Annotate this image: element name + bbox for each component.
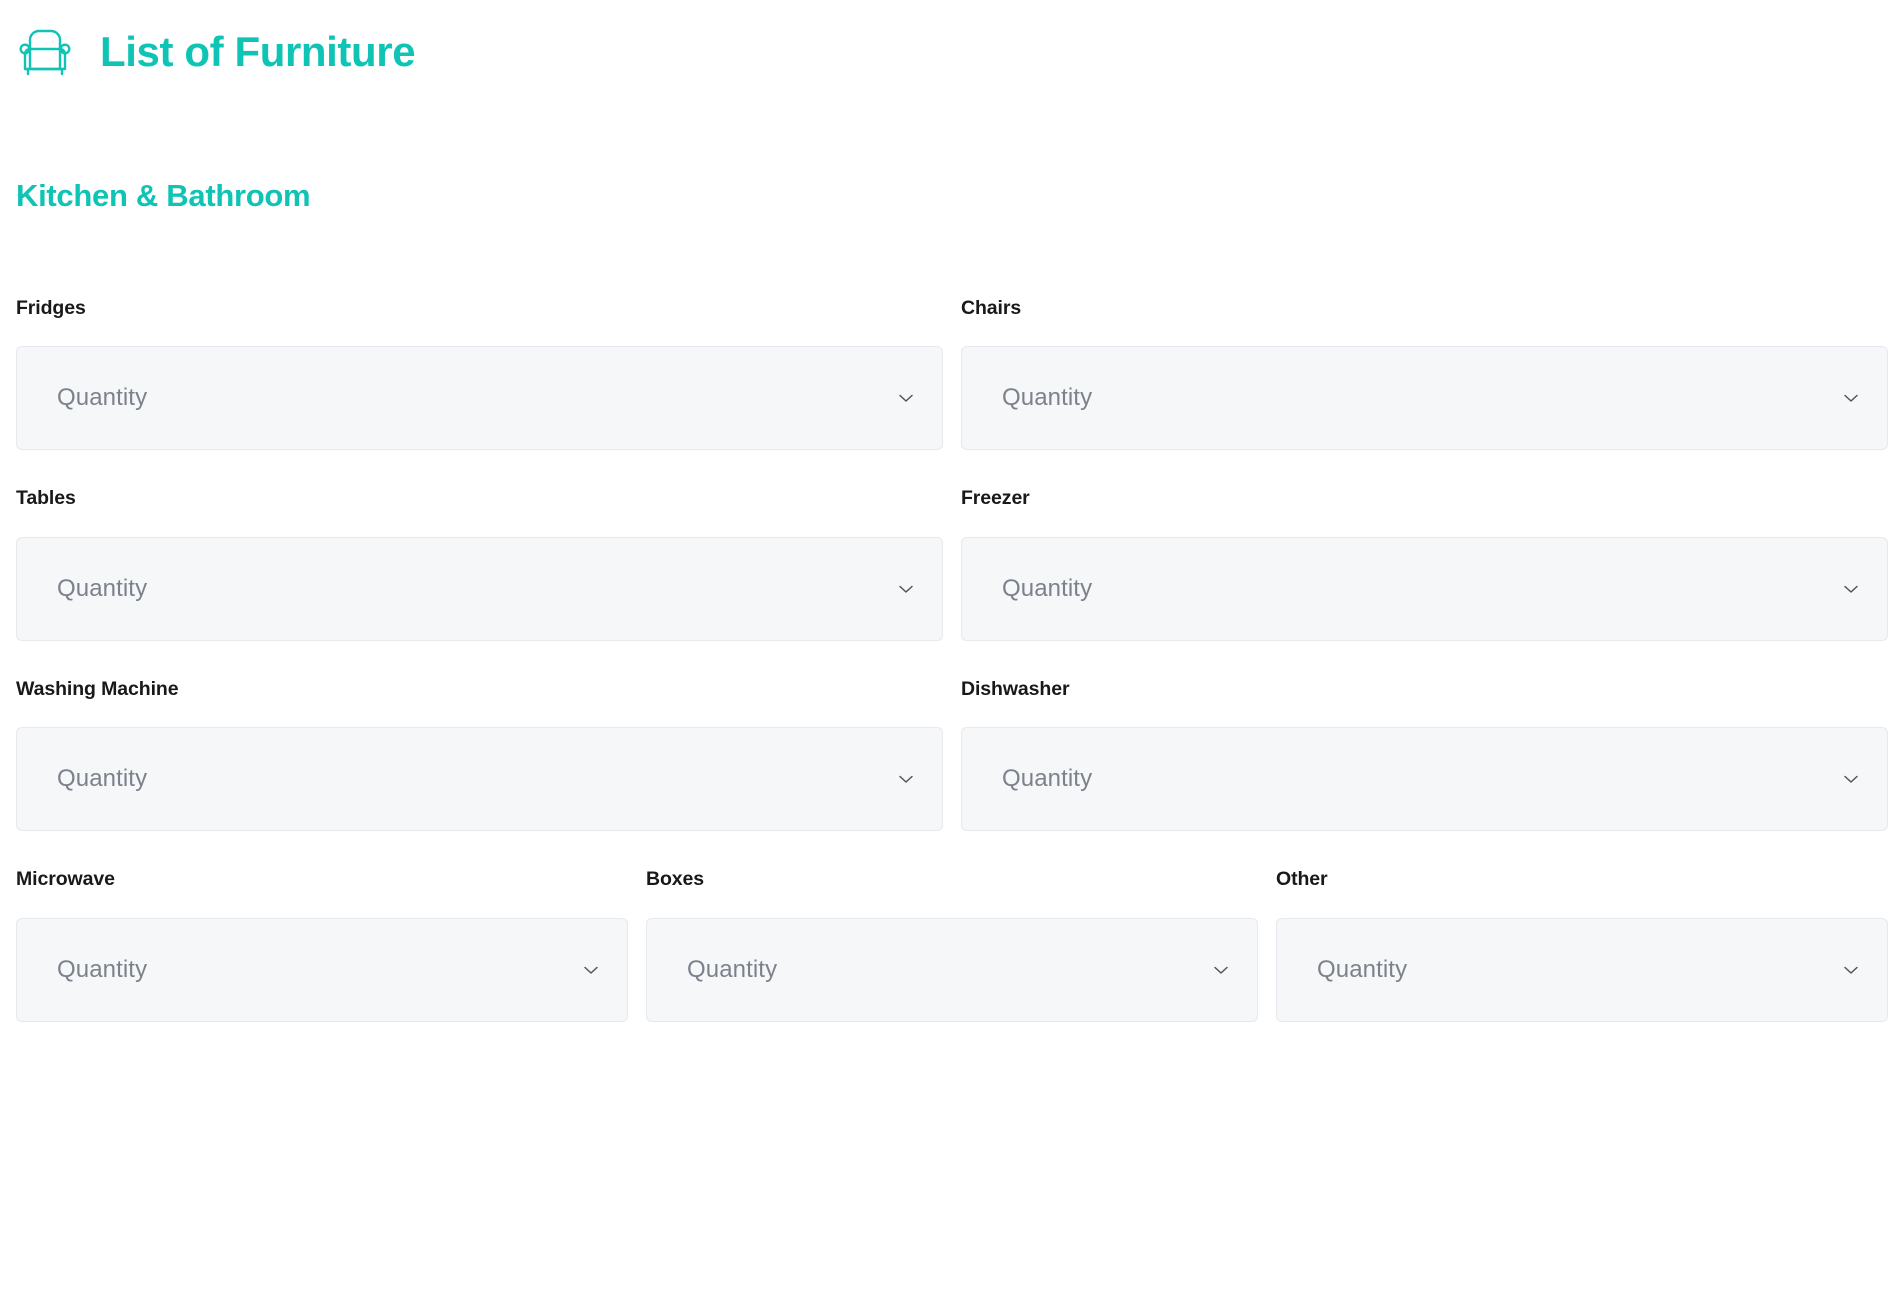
field-label: Boxes: [646, 868, 705, 891]
field-chairs: Chairs Quantity: [961, 297, 1888, 451]
field-row: Fridges Quantity Chairs Quantity: [16, 297, 1888, 451]
select-wrapper: Quantity: [16, 917, 628, 1022]
chevron-down-icon: [896, 769, 916, 789]
armchair-icon: [16, 23, 74, 81]
section-kitchen-bathroom: Kitchen & Bathroom Fridges Quantity Chai…: [16, 180, 1888, 1022]
field-microwave: Microwave Quantity: [16, 868, 628, 1022]
chevron-down-icon: [1841, 388, 1861, 408]
field-label: Tables: [16, 487, 76, 510]
field-row: Microwave Quantity Boxes Quantity Other …: [16, 868, 1888, 1022]
chevron-down-icon: [581, 960, 601, 980]
quantity-select-fridges[interactable]: Quantity: [16, 346, 943, 451]
field-label: Dishwasher: [961, 677, 1070, 700]
chevron-down-icon: [896, 388, 916, 408]
chevron-down-icon: [896, 579, 916, 599]
select-value: Quantity: [57, 767, 148, 792]
select-value: Quantity: [57, 957, 148, 982]
quantity-select-dishwasher[interactable]: Quantity: [961, 727, 1888, 832]
field-label: Chairs: [961, 297, 1022, 319]
field-label: Fridges: [16, 297, 86, 319]
field-label: Washing Machine: [16, 677, 179, 700]
select-value: Quantity: [687, 957, 778, 982]
quantity-select-washing-machine[interactable]: Quantity: [16, 727, 943, 832]
select-value: Quantity: [57, 576, 148, 601]
field-label: Microwave: [16, 868, 115, 891]
chevron-down-icon: [1211, 960, 1231, 980]
quantity-select-other[interactable]: Quantity: [1276, 917, 1888, 1022]
select-wrapper: Quantity: [16, 536, 943, 641]
field-freezer: Freezer Quantity: [961, 487, 1888, 641]
field-other: Other Quantity: [1276, 868, 1888, 1022]
quantity-select-microwave[interactable]: Quantity: [16, 917, 628, 1022]
select-wrapper: Quantity: [646, 917, 1258, 1022]
quantity-select-chairs[interactable]: Quantity: [961, 346, 1888, 451]
field-boxes: Boxes Quantity: [646, 868, 1258, 1022]
select-value: Quantity: [1317, 957, 1408, 982]
quantity-select-boxes[interactable]: Quantity: [646, 917, 1258, 1022]
chevron-down-icon: [1841, 960, 1861, 980]
field-row: Tables Quantity Freezer Quantity: [16, 487, 1888, 641]
furniture-list-page: List of Furniture Kitchen & Bathroom Fri…: [0, 0, 1904, 1290]
field-washing-machine: Washing Machine Quantity: [16, 677, 943, 832]
select-value: Quantity: [57, 386, 148, 411]
select-value: Quantity: [1002, 576, 1093, 601]
field-label: Freezer: [961, 487, 1030, 510]
quantity-select-freezer[interactable]: Quantity: [961, 536, 1888, 641]
field-row: Washing Machine Quantity Dishwasher Quan…: [16, 677, 1888, 832]
field-dishwasher: Dishwasher Quantity: [961, 677, 1888, 832]
select-wrapper: Quantity: [961, 346, 1888, 451]
select-value: Quantity: [1002, 386, 1093, 411]
page-header: List of Furniture: [16, 0, 1888, 96]
quantity-select-tables[interactable]: Quantity: [16, 536, 943, 641]
chevron-down-icon: [1841, 579, 1861, 599]
page-title: List of Furniture: [100, 28, 416, 75]
field-fridges: Fridges Quantity: [16, 297, 943, 451]
chevron-down-icon: [1841, 769, 1861, 789]
field-tables: Tables Quantity: [16, 487, 943, 641]
select-wrapper: Quantity: [961, 727, 1888, 832]
section-title: Kitchen & Bathroom: [16, 178, 311, 213]
select-wrapper: Quantity: [16, 727, 943, 832]
select-wrapper: Quantity: [1276, 917, 1888, 1022]
field-label: Other: [1276, 868, 1328, 891]
select-value: Quantity: [1002, 767, 1093, 792]
select-wrapper: Quantity: [961, 536, 1888, 641]
select-wrapper: Quantity: [16, 346, 943, 451]
